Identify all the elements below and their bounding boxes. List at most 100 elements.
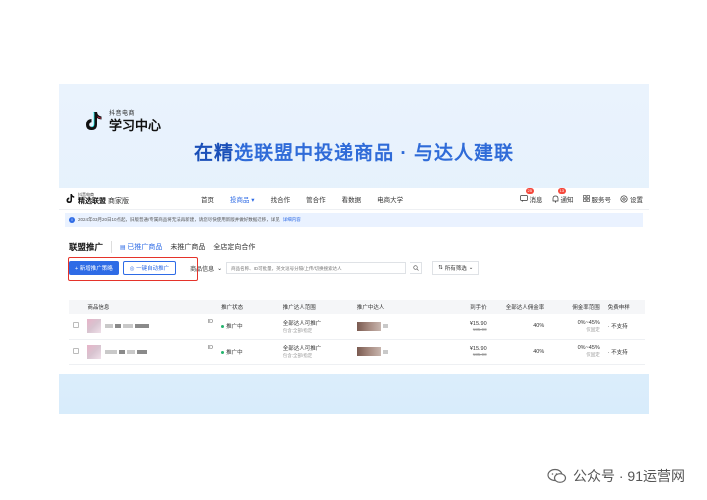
notice-link[interactable]: 详细内容 (283, 217, 301, 223)
gear-icon (620, 194, 628, 203)
tab-not-promoted[interactable]: 未推广商品 (170, 242, 205, 252)
nav-university[interactable]: 电商大学 (377, 194, 403, 204)
blurred-text (126, 349, 135, 354)
row-checkbox[interactable] (73, 347, 79, 354)
products-table: 商品信息 推广状态 推广达人范围 推广中达人 到手价 全部达人佣金率 佣金率范围… (69, 300, 645, 365)
talents-cell (352, 339, 446, 365)
app-brand-small: 抖音电商 (78, 191, 94, 197)
bell-icon (552, 195, 558, 203)
search-input[interactable] (226, 262, 407, 274)
col-talents: 推广中达人 (352, 300, 446, 314)
notice-banner: i 2024年03月20日10点起，旧版普通/专属商品将无法再新建，请您尽快使用… (65, 213, 643, 227)
sample-cell: · 不支持 (603, 314, 645, 340)
headline-highlight: 在精 (194, 143, 235, 164)
col-price: 到手价 (445, 300, 491, 314)
blurred-text (118, 349, 125, 354)
service-label: 服务号 (591, 196, 612, 204)
notice-button[interactable]: 13 通知 (552, 187, 574, 204)
blurred-text (136, 349, 147, 354)
price-cell: ¥15.90 ¥35.90 (445, 339, 491, 365)
message-icon (519, 195, 528, 202)
range-cell: 0%~45% 仅固定 (548, 314, 604, 340)
app-brand-title: 精选联盟 商家版 (78, 197, 129, 205)
blurred-text (104, 349, 117, 354)
filter-bar: + 新增推广策略 ◎ 一键自动推广 商品信息⌄ ⇅所有筛选⌄ (59, 257, 649, 281)
settings-label: 设置 (630, 196, 643, 204)
product-id-label: ID (207, 344, 214, 351)
chevron-down-icon: ⌄ (217, 265, 223, 272)
douyin-logo-icon (66, 194, 75, 203)
price-cell: ¥15.90 ¥35.90 (445, 314, 491, 340)
blurred-text (382, 324, 388, 329)
nav-products[interactable]: 投商品 ▾ (230, 194, 255, 204)
talent-avatars (356, 347, 381, 356)
blurred-text (122, 324, 133, 329)
learning-center-brand: 抖音电商 学习中心 (83, 110, 161, 132)
headline: 在精选联盟中投递商品 · 与达人建联 (59, 138, 649, 165)
status-cell: 推广中 (217, 314, 279, 340)
scope-cell: 全部达人可推广 包含:全部/指定 (278, 314, 353, 340)
talents-cell (352, 314, 446, 340)
notice-badge: 13 (557, 187, 566, 194)
douyin-logo-icon (86, 112, 102, 130)
tab-store-targeted[interactable]: 全店定向合作 (213, 242, 255, 252)
col-sample: 免费申样 (603, 300, 645, 314)
product-thumbnail (87, 344, 102, 359)
col-commission: 全部达人佣金率 (490, 300, 549, 314)
table-row[interactable]: ID 推广中 全部达人可推广 包含:全部/指定 ¥15.90 ¥35.90 40% … (69, 339, 645, 365)
section-header: 联盟推广 ▤ 已推广商品 未推广商品 全店定向合作 (59, 237, 649, 257)
app-brand[interactable]: 抖音电商 精选联盟 商家版 (65, 191, 191, 205)
product-cell: ID (83, 314, 218, 340)
top-navigation-bar: 抖音电商 精选联盟 商家版 首页 投商品 ▾ 找合作 管合作 看数据 电商大学 2… (59, 187, 649, 210)
message-button[interactable]: 25 消息 (519, 187, 543, 204)
message-badge: 25 (525, 187, 534, 194)
watermark: 公众号 · 91运营网 (547, 466, 685, 486)
product-cell: ID (83, 339, 218, 365)
app-brand-sub: 商家版 (108, 197, 129, 205)
filter-icon: ⇅ (438, 265, 443, 271)
range-cell: 0%~45% 仅固定 (548, 339, 604, 365)
section-title: 联盟推广 (69, 241, 113, 253)
nav-find-cooperation[interactable]: 找合作 (271, 194, 291, 204)
settings-button[interactable]: 设置 (620, 194, 643, 204)
table-row[interactable]: ID 推广中 全部达人可推广 包含:全部/指定 ¥15.90 ¥35.90 40% … (69, 314, 645, 340)
commission-cell: 40% (490, 339, 549, 365)
status-cell: 推广中 (217, 339, 279, 365)
brand-title: 学习中心 (109, 117, 162, 133)
wechat-icon (547, 468, 567, 483)
sample-cell: · 不支持 (603, 339, 645, 365)
highlight-annotation-box (68, 257, 198, 281)
status-dot (221, 325, 225, 329)
search-icon (413, 265, 419, 271)
nav-data[interactable]: 看数据 (342, 194, 362, 204)
col-status: 推广状态 (217, 300, 279, 314)
blurred-text (382, 349, 388, 354)
service-button[interactable]: 服务号 (582, 194, 612, 204)
talent-avatars (356, 321, 381, 331)
message-label: 消息 (529, 196, 543, 204)
topbar-actions: 25 消息 13 通知 服务号 设置 (519, 187, 643, 204)
col-range: 佣金率范围 (548, 300, 604, 314)
status-dot (221, 350, 225, 354)
nav-manage-cooperation[interactable]: 管合作 (306, 194, 326, 204)
notice-text: 2024年03月20日10点起，旧版普通/专属商品将无法再新建，请您尽快使用新版… (78, 217, 280, 222)
headline-rest: 选联盟中投递商品 · 与达人建联 (234, 143, 514, 164)
all-filters-button[interactable]: ⇅ 所有筛选 ⌄ (432, 261, 480, 275)
blurred-text (114, 324, 121, 329)
blurred-text (104, 324, 113, 329)
search-button[interactable] (410, 262, 423, 274)
commission-cell: 40% (490, 314, 549, 340)
tab-promoted[interactable]: ▤ 已推广商品 (120, 242, 162, 252)
grid-icon (582, 195, 590, 202)
app-window: 抖音电商 精选联盟 商家版 首页 投商品 ▾ 找合作 管合作 看数据 电商大学 2… (59, 187, 649, 374)
brand-small-text: 抖音电商 (109, 110, 136, 117)
nav-home[interactable]: 首页 (201, 194, 214, 204)
col-product-info: 商品信息 (83, 300, 218, 314)
info-icon: i (69, 217, 75, 223)
screenshot-frame: 抖音电商 学习中心 在精选联盟中投递商品 · 与达人建联 抖音电商 精选联盟 商家… (59, 84, 649, 414)
row-checkbox[interactable] (73, 322, 79, 329)
watermark-text: 公众号 · 91运营网 (572, 468, 685, 484)
product-id-label: ID (207, 319, 214, 326)
main-nav: 首页 投商品 ▾ 找合作 管合作 看数据 电商大学 (201, 194, 403, 204)
scope-cell: 全部达人可推广 包含:全部/指定 (278, 339, 353, 365)
